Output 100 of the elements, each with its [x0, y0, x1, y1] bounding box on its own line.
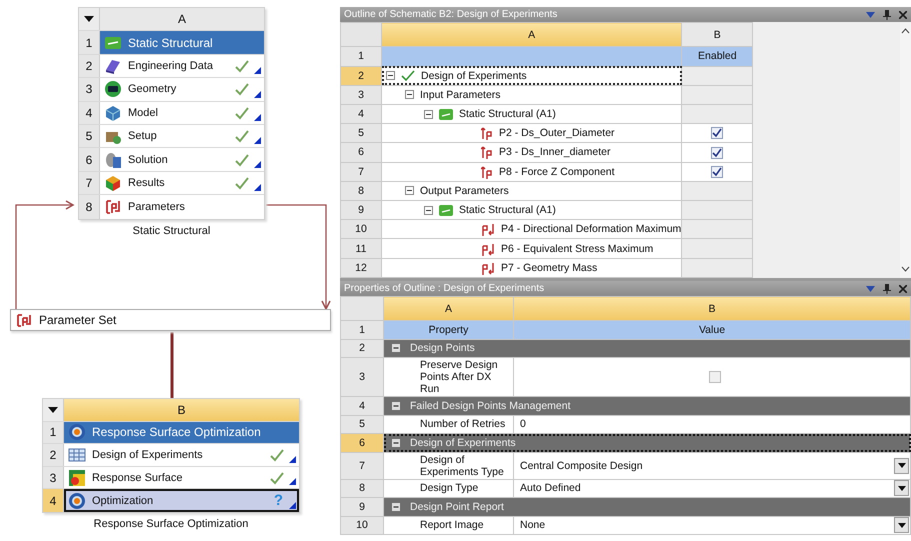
caret-icon [898, 486, 906, 491]
property-value: 0 [520, 418, 526, 430]
system-cell[interactable]: Geometry [100, 78, 264, 101]
system-cell[interactable]: Model [100, 102, 264, 124]
parameter-set-bar[interactable]: Parameter Set [10, 309, 331, 331]
scroll-up-icon[interactable] [901, 28, 910, 34]
output-parameter-icon [481, 222, 495, 236]
column-header: B [514, 296, 910, 320]
status-mark: ? [274, 492, 283, 510]
column-title: Enabled [682, 46, 753, 66]
pin-icon[interactable] [883, 10, 891, 20]
collapse-toggle[interactable] [392, 502, 400, 511]
cylinder-icon [104, 150, 122, 169]
corner-triangle-icon [254, 90, 261, 98]
cube-icon [104, 104, 122, 122]
input-parameter-icon [481, 164, 493, 179]
grid-icon [68, 446, 86, 464]
checkbox[interactable] [711, 166, 724, 178]
row-number: 3 [43, 466, 64, 488]
scrollbar[interactable] [900, 22, 911, 278]
property-name: Design Type [420, 482, 478, 494]
system-cell[interactable]: Setup [100, 124, 264, 148]
panel-title: Outline of Schematic B2: Design of Experiments [344, 9, 558, 20]
corner-triangle-icon [254, 184, 261, 192]
property-name: Design of Experiments Type [420, 454, 504, 478]
tree-item[interactable]: Input Parameters [420, 88, 501, 101]
row-number: 6 [340, 142, 382, 162]
row-number: 1 [79, 31, 100, 54]
row-number: 3 [79, 78, 100, 101]
system-cell[interactable]: Static Structural [100, 31, 264, 54]
input-parameter-icon [481, 145, 493, 160]
system-cell[interactable]: Engineering Data [100, 54, 264, 78]
system-cell[interactable]: Optimization ? [64, 489, 299, 512]
section-title: Design of Experiments [410, 436, 516, 449]
column-header: B [64, 399, 299, 421]
dropdown-button[interactable] [894, 458, 909, 474]
row-number: 4 [79, 102, 100, 124]
gradient-square-icon [68, 468, 86, 487]
section-title: Design Point Report [410, 500, 504, 513]
scroll-down-icon[interactable] [901, 266, 910, 272]
target-icon [68, 492, 86, 510]
input-parameter-icon [481, 126, 493, 140]
system-cell[interactable]: Results [100, 172, 264, 194]
pin-icon[interactable] [883, 284, 891, 294]
collapse-toggle[interactable] [392, 438, 400, 447]
corner-triangle-icon [254, 137, 261, 144]
row-number: 12 [340, 258, 382, 278]
row-number: 10 [340, 516, 384, 534]
checkbox[interactable] [711, 146, 724, 159]
colored-cube-icon [104, 174, 122, 192]
corner-triangle-icon [289, 456, 296, 463]
panel-title: Properties of Outline : Design of Experiments [344, 283, 544, 294]
corner-triangle-icon [254, 160, 261, 168]
checkbox[interactable] [709, 371, 721, 383]
collapse-toggle[interactable] [405, 90, 414, 100]
row-number: 9 [340, 498, 384, 516]
row-number: 8 [340, 181, 382, 201]
collapse-toggle[interactable] [386, 71, 395, 80]
row-number: 11 [340, 238, 382, 258]
system-cell[interactable]: Solution [100, 148, 264, 171]
row-number: 7 [340, 162, 382, 182]
row-number: 7 [340, 452, 384, 479]
disc-icon [104, 80, 122, 98]
column-title: Property [384, 320, 514, 339]
row-number: 7 [79, 172, 100, 194]
corner-triangle-icon [254, 67, 261, 74]
system-cell[interactable]: Response Surface Optimization [64, 422, 299, 444]
checkbox[interactable] [711, 127, 724, 140]
property-name: Number of Retries [420, 418, 506, 430]
dropdown-button[interactable] [894, 517, 909, 534]
collapse-toggle[interactable] [405, 186, 414, 196]
property-name: Preserve Design Points After DX Run [420, 359, 498, 395]
collapse-toggle[interactable] [392, 402, 400, 410]
tile-icon [439, 108, 453, 121]
close-icon[interactable] [899, 284, 907, 292]
system-cell[interactable]: Parameters [100, 195, 264, 219]
output-parameter-icon [481, 242, 495, 256]
section-title: Failed Design Points Management [410, 400, 571, 412]
close-icon[interactable] [899, 10, 907, 18]
system-cell[interactable]: Design of Experiments [64, 444, 299, 466]
column-header: A [100, 8, 264, 30]
system-caption: Response Surface Optimization [92, 518, 250, 530]
collapse-toggle[interactable] [392, 344, 400, 352]
column-title: Value [514, 320, 910, 339]
system-caption: Static Structural [132, 224, 212, 237]
dropdown-arrow-icon[interactable] [866, 12, 875, 18]
collapse-toggle[interactable] [424, 206, 433, 215]
collapse-toggle[interactable] [424, 110, 433, 119]
tree-item[interactable]: Output Parameters [420, 184, 509, 197]
dropdown-button[interactable] [894, 480, 909, 496]
row-number: 3 [340, 358, 384, 396]
system-cell[interactable]: Response Surface [64, 466, 299, 488]
column-header: A [382, 22, 682, 47]
row-number: 2 [340, 339, 384, 358]
row-number: 2 [43, 444, 64, 466]
property-name: Report Image [420, 519, 484, 532]
dropdown-arrow-icon[interactable] [866, 286, 875, 292]
row-number: 2 [79, 54, 100, 78]
row-number: 5 [340, 415, 384, 434]
caret-icon [898, 522, 906, 528]
